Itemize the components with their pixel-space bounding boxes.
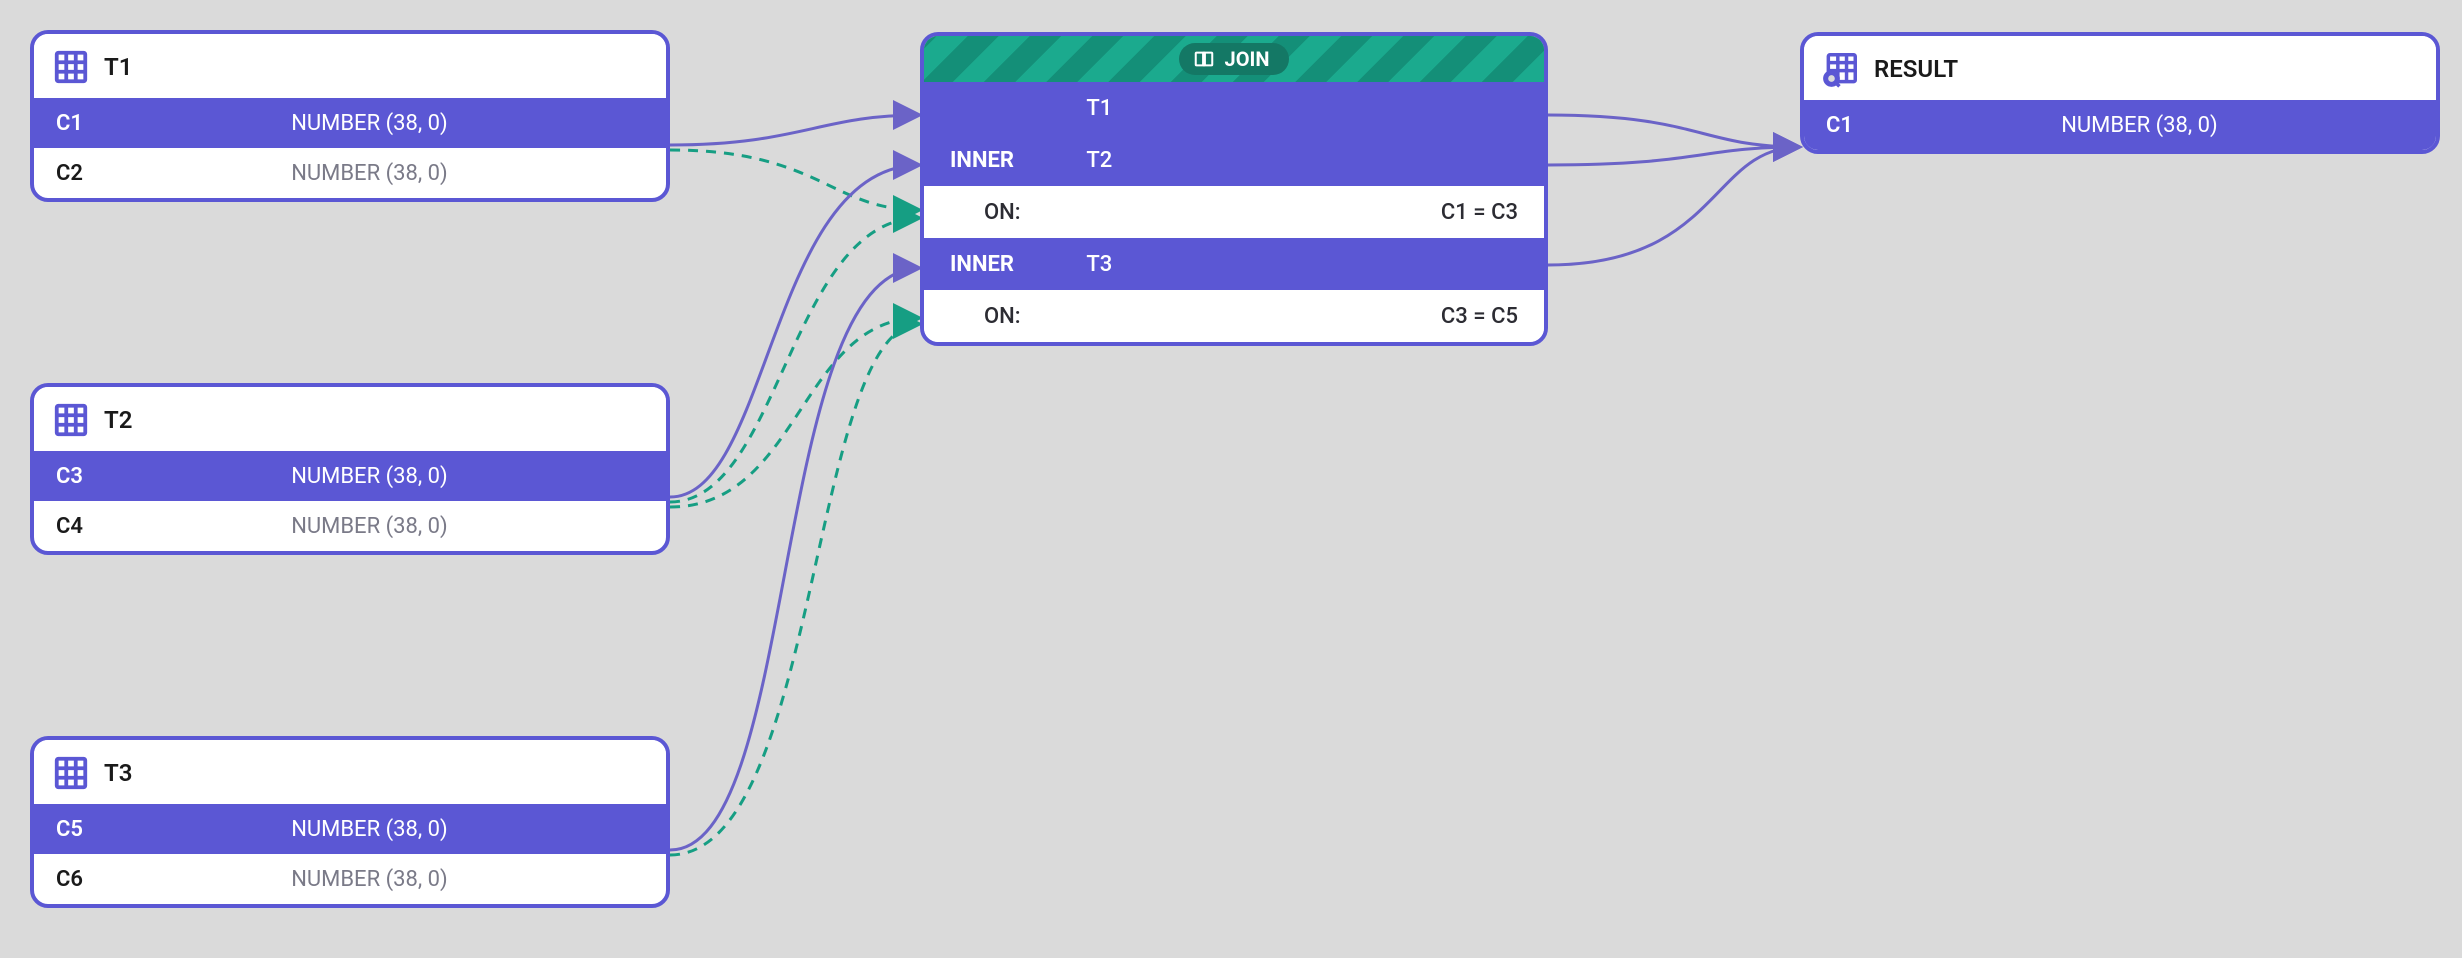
table-row[interactable]: C4 NUMBER (38, 0) — [34, 501, 666, 551]
column-type: NUMBER (38, 0) — [291, 817, 644, 842]
table-name: T1 — [104, 53, 132, 81]
result-header: RESULT — [1804, 36, 2436, 100]
result-name: RESULT — [1874, 55, 1958, 83]
diagram-canvas: T1 C1 NUMBER (38, 0) C2 NUMBER (38, 0) T… — [0, 0, 2462, 958]
join-row-left: INNER — [950, 148, 1086, 173]
column-name: C4 — [56, 514, 291, 539]
result-node[interactable]: RESULT C1 NUMBER (38, 0) — [1800, 32, 2440, 154]
column-name: C5 — [56, 817, 291, 842]
column-type: NUMBER (38, 0) — [291, 161, 644, 186]
join-pill: JOIN — [1179, 43, 1290, 75]
join-row-left: ON: — [950, 304, 1086, 329]
table-node-t3[interactable]: T3 C5 NUMBER (38, 0) C6 NUMBER (38, 0) — [30, 736, 670, 908]
join-header: JOIN — [924, 36, 1544, 82]
table-icon — [52, 401, 90, 439]
join-row-right: C3 = C5 — [1348, 304, 1518, 329]
join-row-on[interactable]: ON: C3 = C5 — [924, 290, 1544, 342]
table-node-t2[interactable]: T2 C3 NUMBER (38, 0) C4 NUMBER (38, 0) — [30, 383, 670, 555]
column-type: NUMBER (38, 0) — [291, 111, 644, 136]
join-icon — [1193, 48, 1215, 70]
join-node[interactable]: JOIN T1 INNER T2 ON: C1 = C3 INNER T3 ON… — [920, 32, 1548, 346]
column-type: NUMBER (38, 0) — [291, 514, 644, 539]
join-row-right: C1 = C3 — [1348, 200, 1518, 225]
column-name: C2 — [56, 161, 291, 186]
column-type: NUMBER (38, 0) — [291, 464, 644, 489]
table-row[interactable]: C1 NUMBER (38, 0) — [1804, 100, 2436, 150]
table-name: T3 — [104, 759, 132, 787]
column-type: NUMBER (38, 0) — [2061, 113, 2414, 138]
join-row-left: INNER — [950, 252, 1086, 277]
join-row-left: ON: — [950, 200, 1086, 225]
table-header: T2 — [34, 387, 666, 451]
column-name: C1 — [1826, 113, 2061, 138]
join-label: JOIN — [1225, 47, 1270, 71]
join-row-base[interactable]: T1 — [924, 82, 1544, 134]
table-header: T1 — [34, 34, 666, 98]
join-row-mid: T1 — [1086, 96, 1347, 121]
join-row-inner[interactable]: INNER T3 — [924, 238, 1544, 290]
table-icon — [52, 754, 90, 792]
table-header: T3 — [34, 740, 666, 804]
table-row[interactable]: C6 NUMBER (38, 0) — [34, 854, 666, 904]
table-row[interactable]: C3 NUMBER (38, 0) — [34, 451, 666, 501]
column-name: C3 — [56, 464, 291, 489]
table-row[interactable]: C1 NUMBER (38, 0) — [34, 98, 666, 148]
column-name: C1 — [56, 111, 291, 136]
join-row-mid: T3 — [1086, 252, 1347, 277]
join-row-mid: T2 — [1086, 148, 1347, 173]
result-icon — [1822, 50, 1860, 88]
column-name: C6 — [56, 867, 291, 892]
table-icon — [52, 48, 90, 86]
column-type: NUMBER (38, 0) — [291, 867, 644, 892]
table-row[interactable]: C2 NUMBER (38, 0) — [34, 148, 666, 198]
join-row-inner[interactable]: INNER T2 — [924, 134, 1544, 186]
table-name: T2 — [104, 406, 132, 434]
table-row[interactable]: C5 NUMBER (38, 0) — [34, 804, 666, 854]
table-node-t1[interactable]: T1 C1 NUMBER (38, 0) C2 NUMBER (38, 0) — [30, 30, 670, 202]
join-row-on[interactable]: ON: C1 = C3 — [924, 186, 1544, 238]
